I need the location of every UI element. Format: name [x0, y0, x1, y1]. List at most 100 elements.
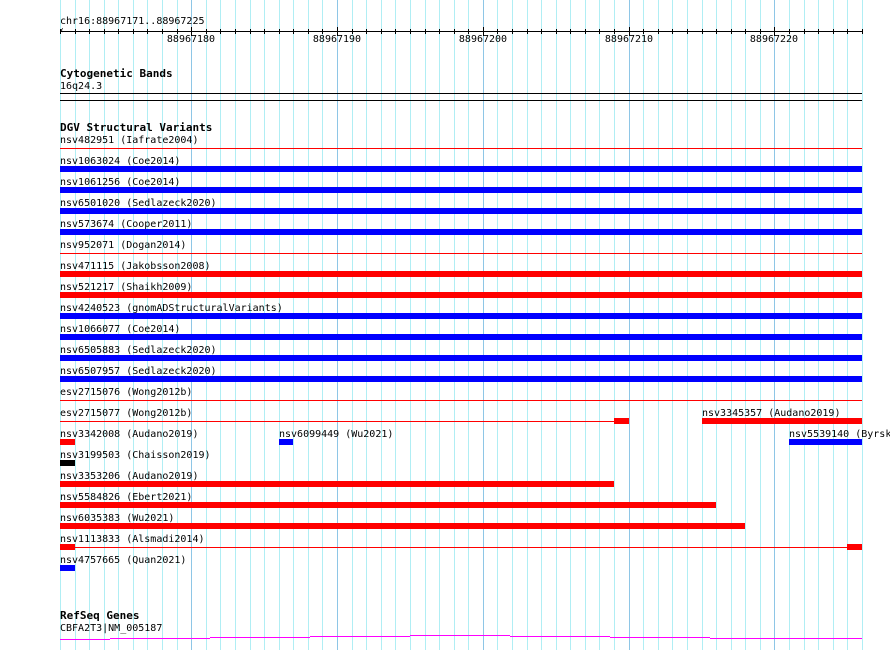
grid-line	[410, 0, 411, 650]
grid-line	[264, 0, 265, 650]
cytoband-track-title: Cytogenetic Bands	[60, 67, 173, 80]
ruler-tick	[395, 29, 396, 34]
refseq-track-title: RefSeq Genes	[60, 609, 140, 622]
variant-label[interactable]: nsv6099449 (Wu2021)	[279, 429, 393, 440]
grid-line	[322, 0, 323, 650]
ruler-tick	[264, 29, 265, 34]
ruler-tick	[702, 29, 703, 34]
variant-bar[interactable]	[60, 460, 75, 466]
cytoband-label[interactable]: 16q24.3	[60, 81, 102, 92]
grid-line	[658, 0, 659, 650]
ruler-tick	[220, 29, 221, 34]
variant-bar[interactable]	[60, 229, 862, 235]
ruler-tick	[804, 29, 805, 34]
variant-bar[interactable]	[60, 187, 862, 193]
ruler-tick	[512, 29, 513, 34]
grid-line	[468, 0, 469, 650]
variant-block[interactable]	[847, 544, 862, 550]
variant-bar[interactable]	[60, 439, 75, 445]
variant-block[interactable]	[60, 544, 75, 550]
variant-label[interactable]: nsv3199503 (Chaisson2019)	[60, 450, 211, 461]
gene-segment	[610, 637, 710, 638]
variant-bar[interactable]	[60, 292, 862, 298]
grid-line	[629, 0, 630, 650]
variant-bar[interactable]	[60, 271, 862, 277]
ruler-tick	[293, 29, 294, 34]
variant-label[interactable]: esv2715077 (Wong2012b)	[60, 408, 192, 419]
grid-line	[352, 0, 353, 650]
variant-line[interactable]	[60, 421, 614, 422]
ruler-tick	[118, 29, 119, 34]
grid-line	[774, 0, 775, 650]
ruler-tick	[541, 29, 542, 34]
grid-line	[789, 0, 790, 650]
grid-line	[833, 0, 834, 650]
gene-segment	[510, 636, 610, 637]
ruler-tick	[75, 29, 76, 34]
gene-segment	[210, 637, 310, 638]
variant-bar[interactable]	[702, 418, 862, 424]
grid-line	[337, 0, 338, 650]
cytoband-line	[60, 93, 862, 94]
ruler-tick	[716, 29, 717, 34]
ruler-tick-label: 88967200	[458, 34, 508, 45]
variant-label[interactable]: esv2715076 (Wong2012b)	[60, 387, 192, 398]
variant-label[interactable]: nsv952071 (Dogan2014)	[60, 240, 186, 251]
grid-line	[454, 0, 455, 650]
ruler-tick	[60, 29, 61, 34]
ruler-tick	[672, 29, 673, 34]
variant-line[interactable]	[60, 547, 862, 548]
ruler-tick	[527, 29, 528, 34]
variant-line[interactable]	[60, 148, 862, 149]
variant-bar[interactable]	[60, 334, 862, 340]
grid-line	[731, 0, 732, 650]
ruler-tick	[454, 29, 455, 34]
ruler-tick	[599, 29, 600, 34]
ruler-tick	[381, 29, 382, 34]
variant-bar[interactable]	[60, 502, 716, 508]
variant-label[interactable]: nsv3342008 (Audano2019)	[60, 429, 198, 440]
ruler-tick	[366, 29, 367, 34]
variant-bar[interactable]	[60, 313, 862, 319]
variant-bar[interactable]	[60, 565, 75, 571]
ruler-tick-label: 88967190	[312, 34, 362, 45]
variant-bar[interactable]	[60, 355, 862, 361]
grid-line	[599, 0, 600, 650]
grid-line	[585, 0, 586, 650]
grid-line	[191, 0, 192, 650]
grid-line	[439, 0, 440, 650]
variant-label[interactable]: nsv4757665 (Quan2021)	[60, 555, 186, 566]
ruler-tick	[425, 29, 426, 34]
variant-block[interactable]	[614, 418, 629, 424]
variant-label[interactable]: nsv1113833 (Alsmadi2014)	[60, 534, 205, 545]
ruler-tick	[731, 29, 732, 34]
variant-bar[interactable]	[60, 208, 862, 214]
ruler-tick	[585, 29, 586, 34]
grid-line	[818, 0, 819, 650]
grid-line	[381, 0, 382, 650]
ruler-tick-label: 88967210	[604, 34, 654, 45]
grid-line	[804, 0, 805, 650]
variant-line[interactable]	[60, 253, 862, 254]
variant-bar[interactable]	[279, 439, 293, 445]
ruler-tick	[658, 29, 659, 34]
variant-bar[interactable]	[60, 523, 745, 529]
ruler-tick	[847, 29, 848, 34]
variant-bar[interactable]	[60, 376, 862, 382]
variant-label[interactable]: nsv482951 (Iafrate2004)	[60, 135, 198, 146]
ruler-tick	[250, 29, 251, 34]
grid-line	[614, 0, 615, 650]
grid-line	[497, 0, 498, 650]
variant-bar[interactable]	[60, 481, 614, 487]
grid-line	[512, 0, 513, 650]
ruler-tick	[745, 29, 746, 34]
variant-bar[interactable]	[60, 166, 862, 172]
refseq-gene-label[interactable]: CBFA2T3|NM_005187	[60, 623, 162, 634]
grid-line	[366, 0, 367, 650]
ruler-tick	[162, 29, 163, 34]
variant-line[interactable]	[60, 400, 862, 401]
grid-line	[716, 0, 717, 650]
grid-line	[570, 0, 571, 650]
ruler-tick	[89, 29, 90, 34]
variant-bar[interactable]	[789, 439, 862, 445]
